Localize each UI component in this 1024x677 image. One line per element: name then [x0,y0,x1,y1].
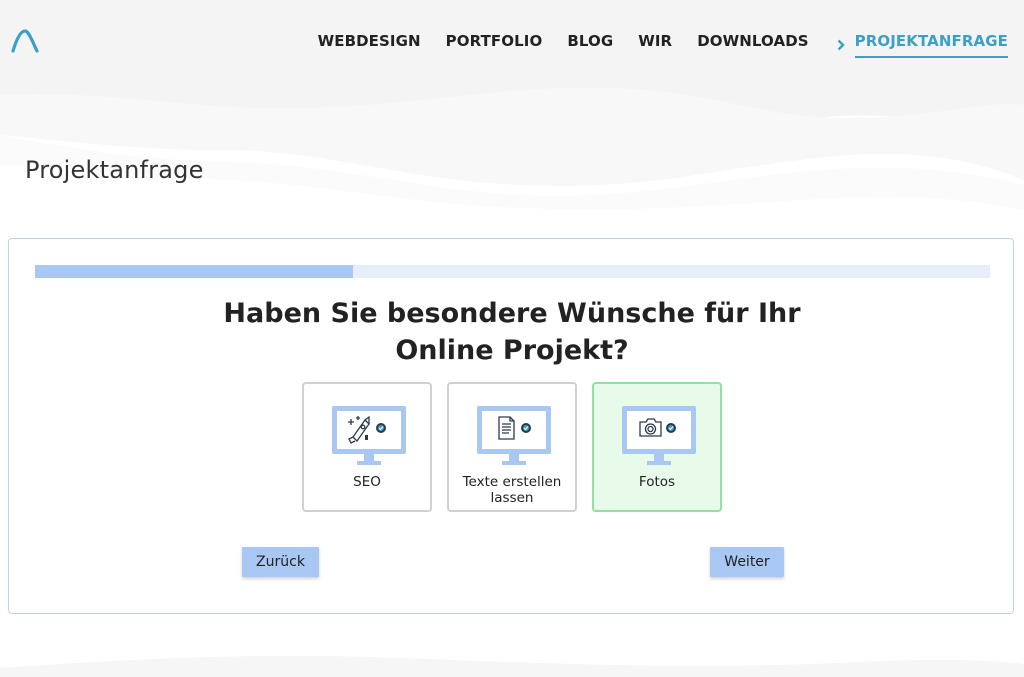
question-line-1: Haben Sie besondere Wünsche für Ihr [223,298,801,329]
nav-webdesign[interactable]: WEBDESIGN [318,32,421,50]
option-texte-label: Texte erstellen lassen [462,474,562,506]
option-seo-label: SEO [353,474,381,490]
nav-projektanfrage[interactable]: PROJEKTANFRAGE [837,32,1008,58]
chevron-right-icon [837,39,845,51]
progress-bar [35,265,990,278]
seo-rocket-icon [332,406,406,465]
back-button[interactable]: Zurück [242,547,319,577]
nav-portfolio[interactable]: PORTFOLIO [446,32,543,50]
nav-projektanfrage-label: PROJEKTANFRAGE [854,32,1008,58]
progress-fill [35,265,353,278]
document-icon [477,406,551,465]
option-list: SEO Texte erstellen lassen Fotos [302,382,737,512]
option-texte[interactable]: Texte erstellen lassen [447,382,577,512]
next-button[interactable]: Weiter [710,547,784,577]
nav-wir[interactable]: WIR [638,32,672,50]
option-fotos-label: Fotos [638,474,676,490]
nav-downloads[interactable]: DOWNLOADS [697,32,808,50]
wizard-question: Haben Sie besondere Wünsche für Ihr Onli… [9,295,1015,369]
option-seo[interactable]: SEO [302,382,432,512]
nav-blog[interactable]: BLOG [567,32,613,50]
page-title: Projektanfrage [25,156,204,185]
question-line-2: Online Projekt? [395,335,629,366]
option-fotos[interactable]: Fotos [592,382,722,512]
main-nav: WEBDESIGN PORTFOLIO BLOG WIR DOWNLOADS P… [293,32,1008,58]
wizard-card: Haben Sie besondere Wünsche für Ihr Onli… [8,238,1014,614]
site-header: WEBDESIGN PORTFOLIO BLOG WIR DOWNLOADS P… [0,0,1024,82]
logo[interactable] [10,29,40,53]
camera-icon [622,406,696,465]
